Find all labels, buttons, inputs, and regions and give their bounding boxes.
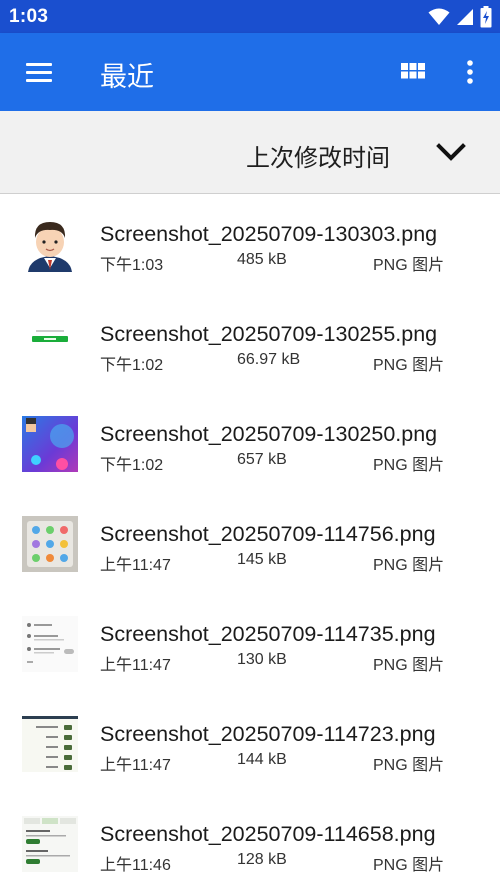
file-size: 66.97 kB: [237, 351, 301, 368]
file-name: Screenshot_20250709-130250.png: [100, 422, 438, 446]
status-icons: [428, 6, 492, 28]
file-type: PNG 图片: [373, 557, 445, 574]
file-size: 130 kB: [237, 651, 287, 668]
file-name: Screenshot_20250709-114735.png: [100, 622, 436, 646]
file-size: 657 kB: [237, 451, 287, 468]
file-date: 上午11:47: [100, 557, 171, 574]
status-bar: 1:03: [0, 0, 500, 33]
file-thumbnail: [22, 316, 78, 372]
app-bar: 最近: [0, 33, 500, 111]
file-list-item[interactable]: Screenshot_20250709-114735.png 上午11:47 1…: [0, 594, 500, 694]
file-name: Screenshot_20250709-130303.png: [100, 222, 438, 246]
file-size: 145 kB: [237, 551, 287, 568]
chevron-down-icon[interactable]: [436, 141, 466, 163]
file-date: 上午11:47: [100, 757, 171, 774]
file-date: 下午1:02: [100, 457, 164, 474]
file-thumbnail: [22, 616, 78, 672]
status-time: 1:03: [9, 6, 49, 27]
file-list: Screenshot_20250709-130303.png 下午1:03 48…: [0, 194, 500, 894]
sort-label: 上次修改时间: [246, 145, 390, 172]
grid-view-icon[interactable]: [398, 59, 428, 85]
file-type: PNG 图片: [373, 257, 445, 274]
file-list-item[interactable]: Screenshot_20250709-114756.png 上午11:47 1…: [0, 494, 500, 594]
file-type: PNG 图片: [373, 657, 445, 674]
page-title: 最近: [100, 62, 154, 92]
file-size: 485 kB: [237, 251, 287, 268]
file-date: 下午1:03: [100, 257, 164, 274]
file-size: 128 kB: [237, 851, 287, 868]
signal-icon: [457, 9, 473, 25]
file-thumbnail: [22, 516, 78, 572]
file-date: 上午11:46: [100, 857, 171, 874]
file-type: PNG 图片: [373, 757, 445, 774]
file-list-item[interactable]: Screenshot_20250709-114658.png 上午11:46 1…: [0, 794, 500, 894]
more-vert-icon[interactable]: [458, 57, 482, 87]
file-list-item[interactable]: Screenshot_20250709-130250.png 下午1:02 65…: [0, 394, 500, 494]
file-thumbnail: [22, 416, 78, 472]
file-name: Screenshot_20250709-114756.png: [100, 522, 436, 546]
file-list-item[interactable]: Screenshot_20250709-114723.png 上午11:47 1…: [0, 694, 500, 794]
hamburger-menu-icon[interactable]: [22, 57, 56, 87]
file-thumbnail: [22, 816, 78, 872]
file-list-item[interactable]: Screenshot_20250709-130303.png 下午1:03 48…: [0, 194, 500, 294]
file-type: PNG 图片: [373, 857, 445, 874]
file-list-item[interactable]: Screenshot_20250709-130255.png 下午1:02 66…: [0, 294, 500, 394]
file-thumbnail: [22, 216, 78, 272]
file-thumbnail: [22, 716, 78, 772]
sort-bar[interactable]: 上次修改时间: [0, 111, 500, 194]
file-name: Screenshot_20250709-114658.png: [100, 822, 436, 846]
file-size: 144 kB: [237, 751, 287, 768]
wifi-icon: [428, 8, 450, 25]
file-name: Screenshot_20250709-130255.png: [100, 322, 438, 346]
battery-charging-icon: [480, 6, 492, 28]
file-name: Screenshot_20250709-114723.png: [100, 722, 436, 746]
file-type: PNG 图片: [373, 457, 445, 474]
file-date: 上午11:47: [100, 657, 171, 674]
file-type: PNG 图片: [373, 357, 445, 374]
file-date: 下午1:02: [100, 357, 164, 374]
